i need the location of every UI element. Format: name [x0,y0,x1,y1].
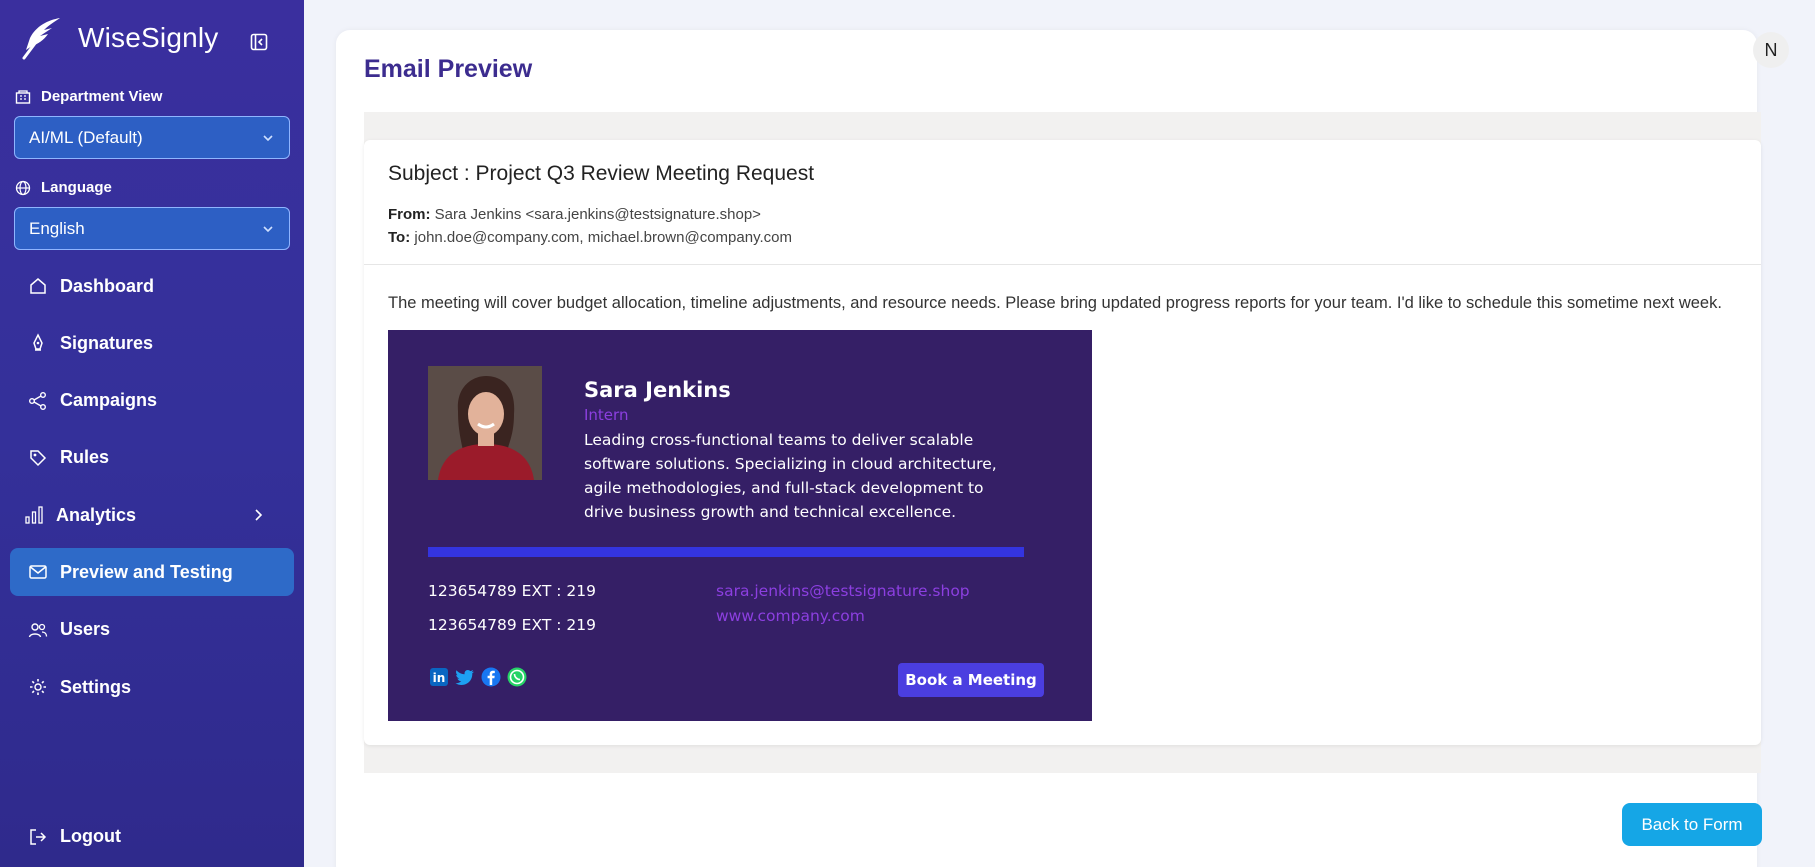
signature-phone-2: 123654789 EXT : 219 [428,616,596,634]
language-select-value: English [29,218,85,238]
bar-chart-icon [25,506,43,524]
signature-email-link[interactable]: sara.jenkins@testsignature.shop [716,582,970,600]
brand-name: WiseSignly [78,22,219,53]
nav-label: Users [60,619,111,640]
nav-signatures[interactable]: Signatures [10,319,294,367]
whatsapp-icon[interactable] [506,666,528,688]
mail-icon [29,565,47,580]
email-header-divider [364,264,1761,265]
nav-rules[interactable]: Rules [10,434,294,482]
page-title: Email Preview [364,55,533,83]
chevron-right-icon [255,509,263,521]
logout-label: Logout [60,826,121,846]
signature-bio: Leading cross-functional teams to delive… [584,431,997,521]
email-body: The meeting will cover budget allocation… [388,294,1722,312]
sidebar: WiseSignly Department View AI/ML (Defaul… [0,0,304,867]
facebook-icon[interactable] [480,666,502,688]
nav-settings[interactable]: Settings [10,663,294,711]
signature-phone-1: 123654789 EXT : 219 [428,582,596,600]
department-view-label: Department View [15,88,162,105]
building-icon [15,89,31,104]
nav-campaigns[interactable]: Campaigns [10,377,294,425]
profile-photo [428,366,542,480]
chevron-down-icon [263,134,273,141]
logout-icon [30,828,47,845]
avatar-initial: N [1764,39,1778,60]
main-nav: Dashboard Signatures Campaigns Rules Ana… [10,262,294,720]
signature-name: Sara Jenkins [584,378,731,402]
linkedin-icon[interactable]: in [428,666,450,688]
tag-icon [30,450,47,466]
collapse-sidebar-icon[interactable] [250,33,268,51]
nav-label: Dashboard [60,275,155,296]
book-a-meeting-button[interactable]: Book a Meeting [898,663,1044,697]
from-value: Sara Jenkins <sara.jenkins@testsignature… [434,206,761,223]
twitter-icon[interactable] [454,666,476,688]
from-label: From: [388,206,431,223]
email-from: From: Sara Jenkins <sara.jenkins@testsig… [388,206,761,223]
language-select[interactable]: English [14,207,290,250]
nav-preview-and-testing[interactable]: Preview and Testing [10,548,294,597]
nav-label: Settings [60,676,132,697]
nav-label: Campaigns [60,390,158,411]
email-to: To: john.doe@company.com, michael.brown@… [388,229,792,246]
gear-icon [30,679,46,696]
svg-text:in: in [433,671,446,685]
nav-label: Analytics [56,504,137,525]
nav-label: Signatures [60,332,154,353]
to-label: To: [388,229,411,246]
home-icon [30,278,46,294]
brand[interactable]: WiseSignly [22,16,218,60]
email-signature: Sara Jenkins Intern Leading cross-functi… [388,330,1092,721]
nav-analytics[interactable]: Analytics [10,491,294,539]
nav-users[interactable]: Users [10,606,294,654]
language-text: Language [41,179,112,196]
language-label: Language [15,179,112,196]
users-icon [28,623,48,638]
signature-role: Intern [584,406,629,424]
back-to-form-button[interactable]: Back to Form [1622,803,1762,846]
pen-icon [33,333,43,352]
department-select-value: AI/ML (Default) [29,127,143,147]
globe-icon [15,180,31,195]
share-icon [29,391,46,410]
department-select[interactable]: AI/ML (Default) [14,116,290,159]
nav-label: Rules [60,447,110,468]
department-view-text: Department View [41,88,163,105]
feather-logo-icon [22,18,60,60]
signature-website-link[interactable]: www.company.com [716,607,865,625]
avatar[interactable]: N [1753,32,1789,68]
to-value: john.doe@company.com, michael.brown@comp… [414,229,792,246]
email-subject: Subject : Project Q3 Review Meeting Requ… [388,162,815,185]
nav-label: Preview and Testing [60,561,233,582]
nav-dashboard[interactable]: Dashboard [10,262,294,310]
chevron-down-icon [263,225,273,232]
social-icons: in [428,666,528,688]
signature-divider-bar [428,547,1024,557]
logout-button[interactable]: Logout [28,826,121,847]
